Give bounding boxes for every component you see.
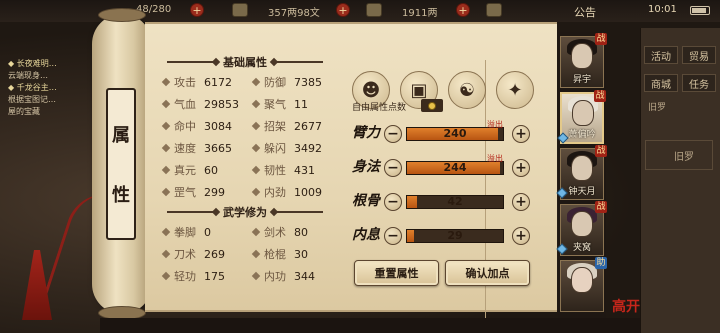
stat-name: 根骨 xyxy=(352,193,380,209)
character-portrait xyxy=(572,100,594,126)
breath-bar: 29 xyxy=(406,229,504,243)
martial-blade: 刀术 269 xyxy=(161,246,225,262)
basic-attrs-title: 基础属性 xyxy=(167,54,323,70)
martial-inner: 内功 344 xyxy=(251,268,315,284)
attr-parry: 招架 2677 xyxy=(251,118,322,134)
announcement-button[interactable]: 公告 xyxy=(574,4,596,20)
attr-hit: 命中 3084 xyxy=(161,118,232,134)
increase-breath-button[interactable]: + xyxy=(512,227,530,245)
trade-menu-button[interactable]: 贸易 xyxy=(682,46,716,64)
attr-toughness: 韧性 431 xyxy=(251,162,315,178)
character-portrait xyxy=(571,43,593,69)
character-portrait xyxy=(571,267,593,293)
add-coins-icon[interactable]: + xyxy=(336,3,350,17)
shop-menu-button[interactable]: 商城 xyxy=(644,74,678,92)
chat-line: ◆ 千龙谷主… xyxy=(8,83,57,92)
attr-inner-force: 内劲 1009 xyxy=(251,184,322,200)
attr-speed: 速度 3665 xyxy=(161,140,232,156)
strength-bar: 240 溢出 xyxy=(406,120,504,141)
decrease-strength-button[interactable]: − xyxy=(384,125,402,143)
character-name: 钟天月 xyxy=(568,187,596,197)
attr-hp: 气血 29853 xyxy=(161,96,239,112)
agility-overflow-tag: 溢出 xyxy=(487,154,503,163)
decrease-breath-button[interactable]: − xyxy=(384,227,402,245)
chat-line: 屋的宝藏 xyxy=(8,107,40,116)
character-card[interactable]: 助 xyxy=(560,257,607,312)
battle-badge-icon: 战 xyxy=(594,90,606,102)
task-menu-button[interactable]: 任务 xyxy=(682,74,716,92)
strength-overflow-tag: 溢出 xyxy=(487,120,503,129)
character-portrait xyxy=(571,155,593,181)
stat-name: 内息 xyxy=(352,227,380,243)
assist-badge-icon: 助 xyxy=(595,257,607,269)
title-char-2: 性 xyxy=(112,185,130,206)
increase-strength-button[interactable]: + xyxy=(512,125,530,143)
stat-name: 身法 xyxy=(352,159,380,175)
confirm-points-button[interactable]: 确认加点 xyxy=(445,260,530,286)
martial-attrs-title: 武学修为 xyxy=(167,204,323,220)
decrease-agility-button[interactable]: − xyxy=(384,159,402,177)
coin-pouch-icon xyxy=(232,3,248,17)
ingot-icon xyxy=(366,3,382,17)
battle-badge-icon: 战 xyxy=(595,33,607,45)
ingots-value: 1911两 xyxy=(402,8,438,19)
attr-gangqi: 罡气 299 xyxy=(161,184,225,200)
chat-log: ◆ 长夜难明… 云端现身… ◆ 千龙谷主… 根据宝图记… 屋的宝藏 xyxy=(0,58,100,128)
recruit-button[interactable]: 高开 xyxy=(612,296,640,316)
free-points-gem-icon xyxy=(421,99,443,112)
agility-bar: 244 溢出 xyxy=(406,154,504,175)
coins-value: 357两98文 xyxy=(268,8,320,19)
reset-attributes-button[interactable]: 重置属性 xyxy=(354,260,439,286)
scroll-cap-top xyxy=(98,8,146,22)
decrease-constitution-button[interactable]: − xyxy=(384,193,402,211)
attr-dodge: 躲闪 3492 xyxy=(251,140,322,156)
character-name: 萧偏吟 xyxy=(568,130,596,140)
battery-icon xyxy=(690,6,710,15)
title-char-1: 属 xyxy=(112,125,130,146)
chat-line: ◆ 长夜难明… xyxy=(8,59,57,68)
martial-lightness: 轻功 175 xyxy=(161,268,225,284)
bottom-bar xyxy=(100,318,640,333)
clock: 10:01 xyxy=(648,4,677,15)
increase-constitution-button[interactable]: + xyxy=(512,193,530,211)
taiji-tab-icon[interactable]: ☯ xyxy=(448,71,486,109)
side-tag: 旧罗 xyxy=(648,103,667,113)
character-name: 昇宇 xyxy=(572,75,591,85)
increase-agility-button[interactable]: + xyxy=(512,159,530,177)
side-info-box[interactable]: 旧罗 xyxy=(645,140,713,170)
character-card[interactable]: 战 昇宇 xyxy=(560,33,607,88)
chat-line: 根据宝图记… xyxy=(8,95,56,104)
constitution-bar: 42 xyxy=(406,195,504,209)
character-card[interactable]: 战 夹窝 xyxy=(556,201,607,256)
martial-fist: 拳脚 0 xyxy=(161,224,211,240)
add-ingots-icon[interactable]: + xyxy=(456,3,470,17)
character-card-selected[interactable]: 战 萧偏吟 xyxy=(557,90,606,144)
activity-menu-button[interactable]: 活动 xyxy=(644,46,678,64)
character-portrait xyxy=(571,211,593,237)
scroll-item-icon xyxy=(486,3,502,17)
attribute-paper-panel: 基础属性 攻击 6172 防御 7385 气血 29853 聚气 11 命中 3084 招… xyxy=(145,22,557,322)
add-stamina-icon[interactable]: + xyxy=(190,3,204,17)
attr-defense: 防御 7385 xyxy=(251,74,322,90)
breath-value: 29 xyxy=(447,229,463,242)
battle-badge-icon: 战 xyxy=(595,201,607,213)
attr-charge: 聚气 11 xyxy=(251,96,308,112)
constitution-value: 42 xyxy=(447,195,463,208)
attr-essence: 真元 60 xyxy=(161,162,218,178)
page-title-plate: 属 性 xyxy=(106,88,136,240)
chat-line: 云端现身… xyxy=(8,71,48,80)
free-points-label: 自由属性点数 xyxy=(352,103,407,113)
character-card[interactable]: 战 钟天月 xyxy=(556,145,607,200)
stat-name: 臂力 xyxy=(352,125,380,141)
battle-badge-icon: 战 xyxy=(595,145,607,157)
martial-sword: 剑术 80 xyxy=(251,224,308,240)
martial-spear: 枪棍 30 xyxy=(251,246,308,262)
meridian-body-tab-icon[interactable]: ✦ xyxy=(496,71,534,109)
attr-attack: 攻击 6172 xyxy=(161,74,232,90)
character-name: 夹窝 xyxy=(572,243,591,253)
